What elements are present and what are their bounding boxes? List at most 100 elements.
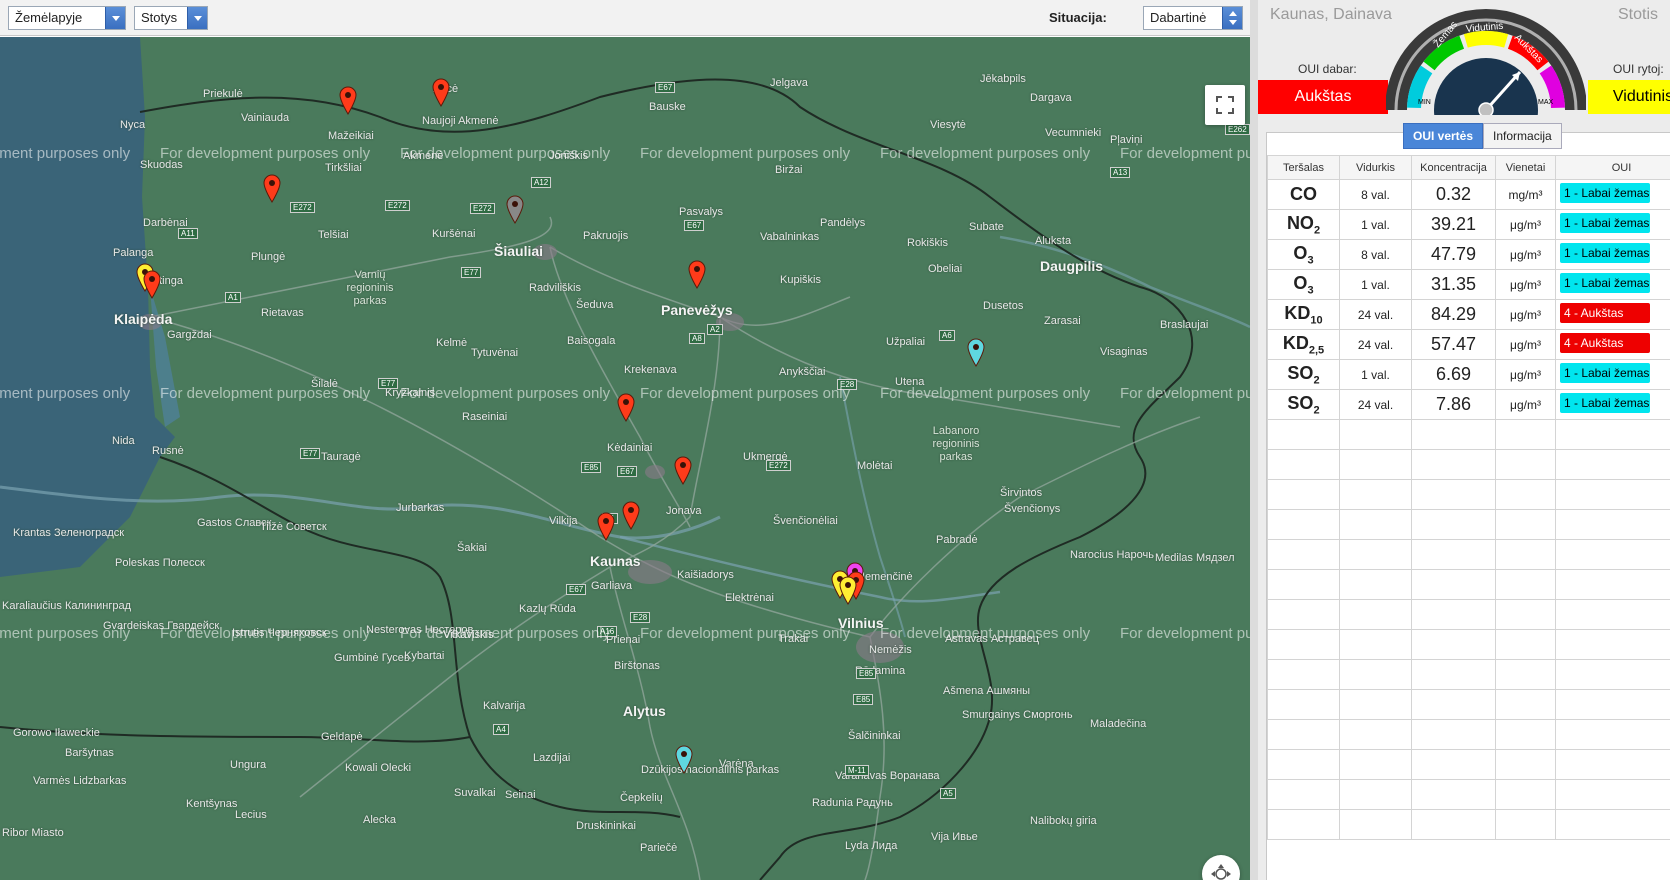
unit-cell: μg/m³ bbox=[1495, 239, 1556, 270]
place-label: Užpaliai bbox=[886, 336, 926, 348]
layer-select[interactable]: Stotys bbox=[134, 6, 208, 30]
place-label: Kybartai bbox=[404, 650, 445, 662]
table-row[interactable]: KD2,5 24 val. 57.47 μg/m³ 4 - Aukštas bbox=[1267, 329, 1670, 360]
pollutant-subscript: 10 bbox=[1310, 314, 1323, 327]
station-marker-icon[interactable] bbox=[505, 194, 525, 224]
place-label: Jurbarkas bbox=[396, 502, 445, 514]
empty-cell bbox=[1555, 719, 1670, 750]
map-type-select[interactable]: Žemėlapyje bbox=[8, 6, 126, 30]
table-header-row: Teršalas Vidurkis Koncentracija Vienetai… bbox=[1267, 155, 1670, 180]
station-marker-icon[interactable] bbox=[674, 744, 694, 774]
station-marker-icon[interactable] bbox=[596, 511, 616, 541]
place-label: Kentšynas bbox=[186, 798, 238, 810]
empty-cell bbox=[1411, 479, 1496, 510]
place-label: Ribor Miasto bbox=[2, 827, 64, 839]
watermark-text: For development purposes only bbox=[1120, 385, 1250, 402]
place-label: Nyca bbox=[120, 119, 146, 131]
place-label: Rokiškis bbox=[907, 237, 948, 249]
pollutant-name: KD bbox=[1282, 332, 1309, 353]
gauge-min-label: MIN bbox=[1418, 99, 1431, 106]
empty-cell bbox=[1267, 749, 1340, 780]
watermark-text: For development purposes only bbox=[640, 145, 851, 162]
station-marker-icon[interactable] bbox=[431, 77, 451, 107]
updown-arrow-icon[interactable] bbox=[1222, 7, 1242, 29]
empty-cell bbox=[1267, 629, 1340, 660]
empty-cell bbox=[1267, 809, 1340, 840]
station-marker-icon[interactable] bbox=[966, 337, 986, 367]
place-label: Vecumnieki bbox=[1045, 127, 1102, 139]
table-row[interactable]: KD10 24 val. 84.29 μg/m³ 4 - Aukštas bbox=[1267, 299, 1670, 330]
place-label: Tytuvėnai bbox=[471, 347, 519, 359]
place-label: Ašmena Ашмяны bbox=[943, 685, 1031, 697]
map-canvas[interactable]: Klaipėda Šiauliai Panevėžys Kaunas Vilnius Da… bbox=[0, 37, 1250, 880]
empty-cell bbox=[1339, 569, 1412, 600]
oui-cell: 4 - Aukštas bbox=[1555, 329, 1670, 360]
road-shield: A8 bbox=[689, 333, 705, 344]
unit-cell: μg/m³ bbox=[1495, 359, 1556, 390]
empty-cell bbox=[1411, 629, 1496, 660]
situation-select[interactable]: Dabartinė bbox=[1143, 6, 1243, 30]
chevron-down-icon[interactable] bbox=[105, 7, 125, 29]
unit-cell: μg/m³ bbox=[1495, 329, 1556, 360]
oui-badge: 1 - Labai žemas bbox=[1560, 273, 1650, 293]
place-label: Lyda Лида bbox=[845, 840, 898, 852]
empty-cell bbox=[1495, 659, 1556, 690]
watermark-text: For development purposes only bbox=[400, 145, 611, 162]
empty-cell bbox=[1339, 719, 1412, 750]
col-header-pollutant[interactable]: Teršalas bbox=[1267, 155, 1340, 180]
unit-cell: μg/m³ bbox=[1495, 389, 1556, 420]
empty-cell bbox=[1495, 449, 1556, 480]
station-marker-icon[interactable] bbox=[621, 500, 641, 530]
empty-cell bbox=[1555, 599, 1670, 630]
table-row[interactable]: NO2 1 val. 39.21 μg/m³ 1 - Labai žemas bbox=[1267, 209, 1670, 240]
fullscreen-button[interactable] bbox=[1205, 85, 1245, 125]
station-marker-icon[interactable] bbox=[262, 173, 282, 203]
empty-row bbox=[1267, 509, 1670, 540]
empty-cell bbox=[1267, 419, 1340, 450]
empty-cell bbox=[1555, 569, 1670, 600]
col-header-units[interactable]: Vienetai bbox=[1495, 155, 1556, 180]
recenter-button[interactable] bbox=[1202, 855, 1240, 880]
chevron-down-icon[interactable] bbox=[187, 7, 207, 29]
table-row[interactable]: SO2 24 val. 7.86 μg/m³ 1 - Labai žemas bbox=[1267, 389, 1670, 420]
col-header-average[interactable]: Vidurkis bbox=[1339, 155, 1412, 180]
table-row[interactable]: O3 8 val. 47.79 μg/m³ 1 - Labai žemas bbox=[1267, 239, 1670, 270]
pollutant-subscript: 3 bbox=[1307, 254, 1314, 267]
tab-oui-values[interactable]: OUI vertės bbox=[1403, 123, 1484, 149]
place-label: Aluksta bbox=[1035, 235, 1072, 247]
table-row[interactable]: CO 8 val. 0.32 mg/m³ 1 - Labai žemas bbox=[1267, 179, 1670, 210]
empty-row bbox=[1267, 539, 1670, 570]
place-label: Tilžė Советск bbox=[260, 521, 327, 533]
place-label: Obeliai bbox=[928, 263, 963, 275]
pollutant-name: KD bbox=[1284, 302, 1311, 323]
col-header-oui[interactable]: OUI bbox=[1555, 155, 1670, 180]
gauge-max-label: MAX bbox=[1538, 99, 1554, 106]
empty-cell bbox=[1339, 479, 1412, 510]
col-header-concentration[interactable]: Koncentracija bbox=[1411, 155, 1496, 180]
oui-badge: 1 - Labai žemas bbox=[1560, 393, 1650, 413]
station-marker-icon[interactable] bbox=[142, 269, 162, 299]
place-label: Krantas Зеленоградск bbox=[13, 527, 125, 539]
empty-cell bbox=[1495, 689, 1556, 720]
place-label: Švenčionys bbox=[1004, 503, 1061, 515]
station-marker-icon[interactable] bbox=[338, 85, 358, 115]
empty-cell bbox=[1555, 809, 1670, 840]
station-marker-icon[interactable] bbox=[838, 575, 858, 605]
pollutant-name: O bbox=[1293, 242, 1308, 263]
station-marker-icon[interactable] bbox=[673, 455, 693, 485]
place-label: Molėtai bbox=[857, 460, 893, 472]
empty-cell bbox=[1411, 449, 1496, 480]
station-marker-icon[interactable] bbox=[687, 259, 707, 289]
place-label: Švenčionėliai bbox=[773, 515, 838, 527]
place-label: Pandėlys bbox=[820, 217, 866, 229]
tab-information[interactable]: Informacija bbox=[1483, 123, 1562, 149]
place-label: Lazdijai bbox=[533, 752, 571, 764]
place-label: Seinai bbox=[505, 789, 536, 801]
empty-cell bbox=[1411, 719, 1496, 750]
table-row[interactable]: SO2 1 val. 6.69 μg/m³ 1 - Labai žemas bbox=[1267, 359, 1670, 390]
station-marker-icon[interactable] bbox=[616, 392, 636, 422]
table-row[interactable]: O3 1 val. 31.35 μg/m³ 1 - Labai žemas bbox=[1267, 269, 1670, 300]
place-label: Tauragė bbox=[321, 451, 361, 463]
concentration-cell: 31.35 bbox=[1411, 269, 1496, 300]
road-shield: M-11 bbox=[845, 765, 869, 776]
